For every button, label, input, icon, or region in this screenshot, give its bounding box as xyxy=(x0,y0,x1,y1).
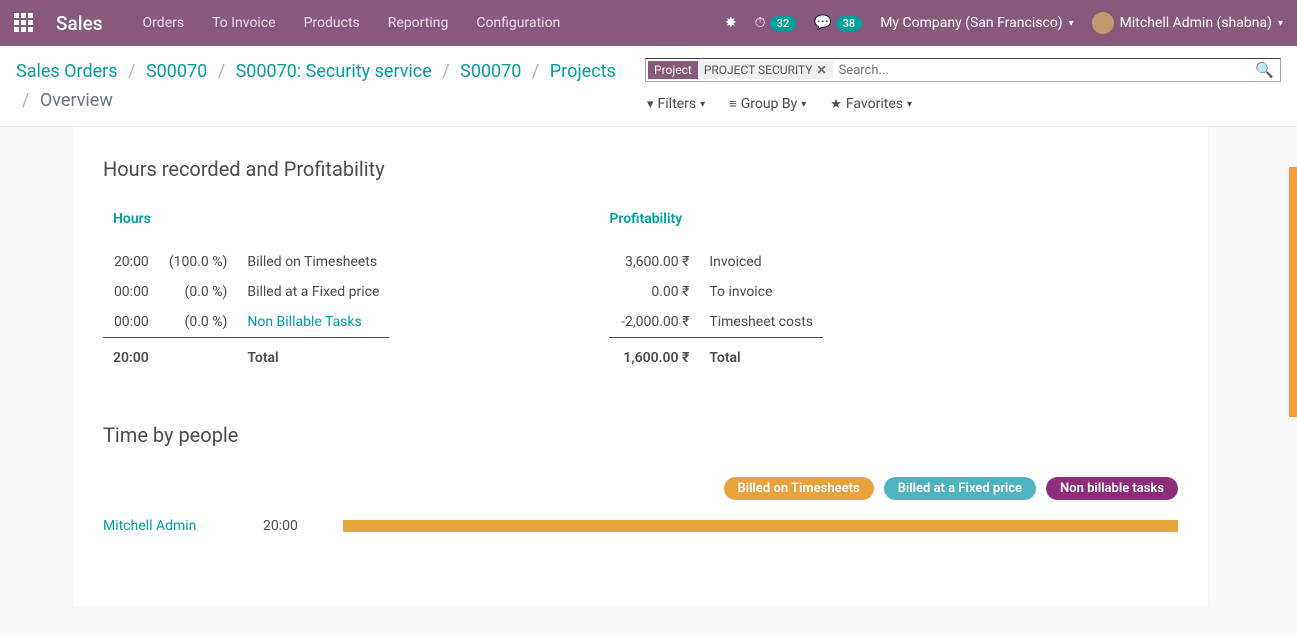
user-menu[interactable]: Mitchell Admin (shabna) ▾ xyxy=(1092,12,1283,34)
hours-total-row: 20:00 Total xyxy=(103,337,389,373)
facet-remove-icon[interactable]: ✕ xyxy=(817,63,827,77)
crumb-s00070-2[interactable]: S00070 xyxy=(460,61,521,82)
person-hours: 20:00 xyxy=(263,518,323,534)
search-bar[interactable]: Project PROJECT SECURITY ✕ 🔍 xyxy=(645,58,1281,82)
section-people-title: Time by people xyxy=(103,423,1178,447)
non-billable-link[interactable]: Non Billable Tasks xyxy=(237,307,389,338)
apps-icon[interactable] xyxy=(14,13,34,33)
search-input[interactable] xyxy=(833,63,1256,78)
profit-total-row: 1,600.00 ₹ Total xyxy=(609,337,823,373)
chart-legend: Billed on Timesheets Billed at a Fixed p… xyxy=(103,477,1178,500)
hours-row: 00:00 (0.0 %) Billed at a Fixed price xyxy=(103,277,389,307)
company-switcher[interactable]: My Company (San Francisco) ▾ xyxy=(880,15,1073,31)
nav-menu: Orders To Invoice Products Reporting Con… xyxy=(143,15,561,31)
chevron-down-icon: ▾ xyxy=(1278,18,1283,29)
app-brand[interactable]: Sales xyxy=(56,12,103,35)
star-icon: ★ xyxy=(830,97,842,112)
legend-billed-fixed[interactable]: Billed at a Fixed price xyxy=(884,477,1036,500)
profit-label: Invoiced xyxy=(699,247,823,277)
legend-non-billable[interactable]: Non billable tasks xyxy=(1046,477,1178,500)
hours-heading: Hours xyxy=(103,211,389,227)
clock-icon: ⏱ xyxy=(755,15,766,31)
profit-row: 0.00 ₹ To invoice xyxy=(609,277,823,307)
crumb-current: Overview xyxy=(40,90,113,111)
groupby-button[interactable]: ≡ Group By ▾ xyxy=(729,96,806,112)
breadcrumb: Sales Orders / S00070 / S00070: Security… xyxy=(16,58,616,116)
search-icon[interactable]: 🔍 xyxy=(1255,61,1278,79)
chevron-down-icon: ▾ xyxy=(907,99,912,110)
hours-label: Billed at a Fixed price xyxy=(237,277,389,307)
user-name: Mitchell Admin (shabna) xyxy=(1120,15,1272,31)
chevron-down-icon: ▾ xyxy=(1069,18,1074,29)
activities-count: 32 xyxy=(770,16,797,31)
favorites-button[interactable]: ★ Favorites ▾ xyxy=(830,96,912,112)
content-area: Hours recorded and Profitability Hours 2… xyxy=(0,127,1297,607)
activities-button[interactable]: ⏱ 32 xyxy=(755,15,797,31)
menu-products[interactable]: Products xyxy=(304,15,360,31)
filter-bar: ▾ Filters ▾ ≡ Group By ▾ ★ Favorites ▾ xyxy=(645,96,1281,112)
facet-category: Project xyxy=(648,61,698,79)
section-hours-title: Hours recorded and Profitability xyxy=(103,157,1178,181)
search-facet-project: Project PROJECT SECURITY ✕ xyxy=(648,61,833,79)
avatar xyxy=(1092,12,1114,34)
crumb-sales-orders[interactable]: Sales Orders xyxy=(16,61,118,82)
person-bar xyxy=(343,520,1178,532)
list-icon: ≡ xyxy=(729,96,737,112)
control-panel: Sales Orders / S00070 / S00070: Security… xyxy=(0,46,1297,127)
discuss-count: 38 xyxy=(836,16,863,31)
filters-button[interactable]: ▾ Filters ▾ xyxy=(647,96,705,112)
discuss-button[interactable]: 💬 38 xyxy=(814,15,862,31)
main-navbar: Sales Orders To Invoice Products Reporti… xyxy=(0,0,1297,46)
bug-icon[interactable]: ✸ xyxy=(725,15,737,31)
scrollbar-thumb[interactable] xyxy=(1289,167,1297,417)
company-name: My Company (San Francisco) xyxy=(880,15,1062,31)
menu-to-invoice[interactable]: To Invoice xyxy=(212,15,276,31)
crumb-projects[interactable]: Projects xyxy=(550,61,616,82)
person-row: Mitchell Admin 20:00 xyxy=(103,518,1178,534)
navbar-right: ✸ ⏱ 32 💬 38 My Company (San Francisco) ▾… xyxy=(725,12,1283,34)
overview-sheet: Hours recorded and Profitability Hours 2… xyxy=(73,127,1208,607)
funnel-icon: ▾ xyxy=(647,97,654,112)
facet-value: PROJECT SECURITY xyxy=(704,63,813,77)
menu-orders[interactable]: Orders xyxy=(143,15,185,31)
chevron-down-icon: ▾ xyxy=(700,99,705,110)
profit-heading: Profitability xyxy=(609,211,823,227)
hours-label: Billed on Timesheets xyxy=(237,247,389,277)
chat-icon: 💬 xyxy=(814,15,831,31)
profit-row: 3,600.00 ₹ Invoiced xyxy=(609,247,823,277)
hours-row: 00:00 (0.0 %) Non Billable Tasks xyxy=(103,307,389,338)
menu-configuration[interactable]: Configuration xyxy=(476,15,560,31)
crumb-s00070-1[interactable]: S00070 xyxy=(146,61,207,82)
hours-row: 20:00 (100.0 %) Billed on Timesheets xyxy=(103,247,389,277)
profit-row: -2,000.00 ₹ Timesheet costs xyxy=(609,307,823,338)
profitability-block: Profitability 3,600.00 ₹ Invoiced 0.00 ₹… xyxy=(609,211,823,373)
crumb-security-service[interactable]: S00070: Security service xyxy=(236,61,432,82)
hours-block: Hours 20:00 (100.0 %) Billed on Timeshee… xyxy=(103,211,389,373)
legend-billed-timesheets[interactable]: Billed on Timesheets xyxy=(724,477,874,500)
menu-reporting[interactable]: Reporting xyxy=(388,15,449,31)
profit-label: To invoice xyxy=(699,277,823,307)
person-name-link[interactable]: Mitchell Admin xyxy=(103,518,243,534)
profit-label: Timesheet costs xyxy=(699,307,823,338)
chevron-down-icon: ▾ xyxy=(801,99,806,110)
